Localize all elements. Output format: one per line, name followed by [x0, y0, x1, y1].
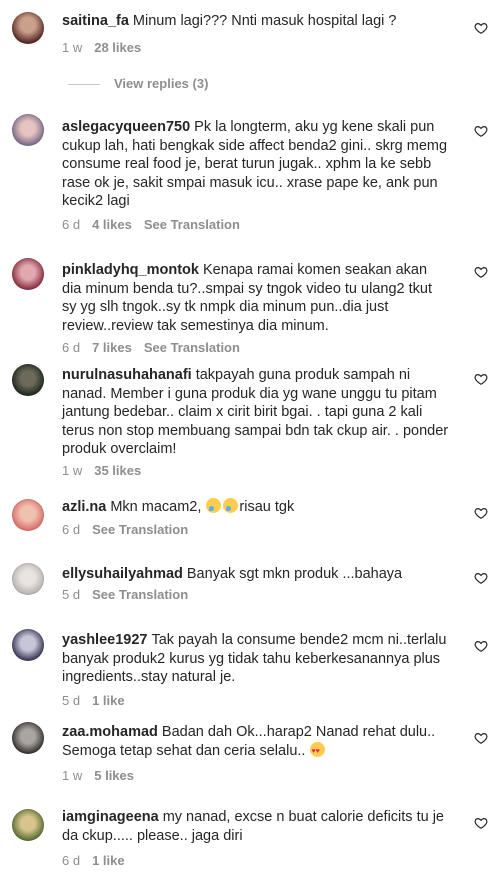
comment-time: 5 d: [62, 693, 81, 708]
comment-body: azli.na Mkn macam2, risau tgk: [62, 498, 450, 517]
comment-likes[interactable]: 28 likes: [94, 40, 141, 55]
comment-time: 1 w: [62, 40, 83, 55]
comment-text: Mkn macam2,: [110, 499, 202, 515]
comment-likes[interactable]: 4 likes: [92, 217, 132, 232]
avatar[interactable]: [12, 563, 44, 595]
comment-time: 6 d: [62, 522, 81, 537]
view-replies-label: View replies (3): [114, 76, 209, 91]
comment-meta: 6 d 4 likes See Translation: [62, 217, 252, 232]
comment-body: nurulnasuhahanafi takpayah guna produk sa…: [62, 366, 450, 459]
comment-body: aslegacyqueen750 Pk la longterm, aku yg k…: [62, 118, 450, 211]
like-heart-icon[interactable]: [474, 21, 488, 35]
see-translation-link[interactable]: See Translation: [144, 217, 240, 232]
see-translation-link[interactable]: See Translation: [92, 522, 188, 537]
comment-meta: 6 d See Translation: [62, 522, 200, 537]
avatar[interactable]: [12, 364, 44, 396]
comment-body: iamginageena my nanad, excse n buat calor…: [62, 808, 450, 845]
comment-text: Banyak sgt mkn produk ...bahaya: [186, 566, 403, 582]
comment-username[interactable]: saitina_fa: [62, 13, 129, 29]
comment-likes[interactable]: 1 like: [92, 853, 125, 868]
comment-meta: 1 w 5 likes: [62, 768, 146, 783]
comment-body: pinkladyhq_montok Kenapa ramai komen seak…: [62, 261, 450, 335]
comment-time: 5 d: [62, 587, 81, 602]
comment-body: zaa.mohamad Badan dah Ok...harap2 Nanad r…: [62, 723, 450, 761]
replies-divider: [68, 84, 100, 86]
comment-body: ellysuhailyahmad Banyak sgt mkn produk ..…: [62, 565, 450, 584]
comment-body: saitina_fa Minum lagi??? Nnti masuk hospi…: [62, 12, 450, 31]
comment-time: 1 w: [62, 768, 83, 783]
comment-likes[interactable]: 5 likes: [94, 768, 134, 783]
comment-username[interactable]: azli.na: [62, 499, 106, 515]
avatar[interactable]: [12, 114, 44, 146]
like-heart-icon[interactable]: [474, 372, 488, 386]
comment-meta: 6 d 1 like: [62, 853, 137, 868]
comment-meta: 1 w 35 likes: [62, 463, 153, 478]
comment-time: 6 d: [62, 217, 81, 232]
comment-meta: 6 d 7 likes See Translation: [62, 340, 252, 355]
avatar[interactable]: [12, 629, 44, 661]
like-heart-icon[interactable]: [474, 639, 488, 653]
comment-username[interactable]: nurulnasuhahanafi: [62, 367, 192, 383]
like-heart-icon[interactable]: [474, 816, 488, 830]
like-heart-icon[interactable]: [474, 731, 488, 745]
comment-likes[interactable]: 7 likes: [92, 340, 132, 355]
comment-likes[interactable]: 35 likes: [94, 463, 141, 478]
like-heart-icon[interactable]: [474, 571, 488, 585]
comment-body: yashlee1927 Tak payah la consume bende2 m…: [62, 631, 450, 687]
comment-username[interactable]: pinkladyhq_montok: [62, 262, 199, 278]
see-translation-link[interactable]: See Translation: [92, 587, 188, 602]
view-replies-button[interactable]: View replies (3): [62, 76, 208, 91]
like-heart-icon[interactable]: [474, 124, 488, 138]
avatar[interactable]: [12, 809, 44, 841]
avatar[interactable]: [12, 499, 44, 531]
comment-username[interactable]: yashlee1927: [62, 632, 147, 648]
avatar[interactable]: [12, 258, 44, 290]
comment-username[interactable]: aslegacyqueen750: [62, 119, 190, 135]
like-heart-icon[interactable]: [474, 506, 488, 520]
crying-face-emoji-icon: [206, 498, 222, 513]
see-translation-link[interactable]: See Translation: [144, 340, 240, 355]
heart-eyes-emoji-icon: [310, 741, 326, 761]
avatar[interactable]: [12, 722, 44, 754]
comment-username[interactable]: ellysuhailyahmad: [62, 566, 183, 582]
comment-meta: 5 d See Translation: [62, 587, 200, 602]
comment-username[interactable]: zaa.mohamad: [62, 724, 158, 740]
comment-time: 6 d: [62, 853, 81, 868]
comment-username[interactable]: iamginageena: [62, 809, 159, 825]
comment-meta: 1 w 28 likes: [62, 40, 153, 55]
comment-text-after: risau tgk: [239, 499, 295, 515]
avatar[interactable]: [12, 12, 44, 44]
comment-meta: 5 d 1 like: [62, 693, 137, 708]
like-heart-icon[interactable]: [474, 265, 488, 279]
comment-time: 6 d: [62, 340, 81, 355]
comment-text: Minum lagi??? Nnti masuk hospital lagi ?: [132, 13, 397, 29]
comment-time: 1 w: [62, 463, 83, 478]
crying-face-emoji-icon: [223, 498, 239, 513]
comment-likes[interactable]: 1 like: [92, 693, 125, 708]
